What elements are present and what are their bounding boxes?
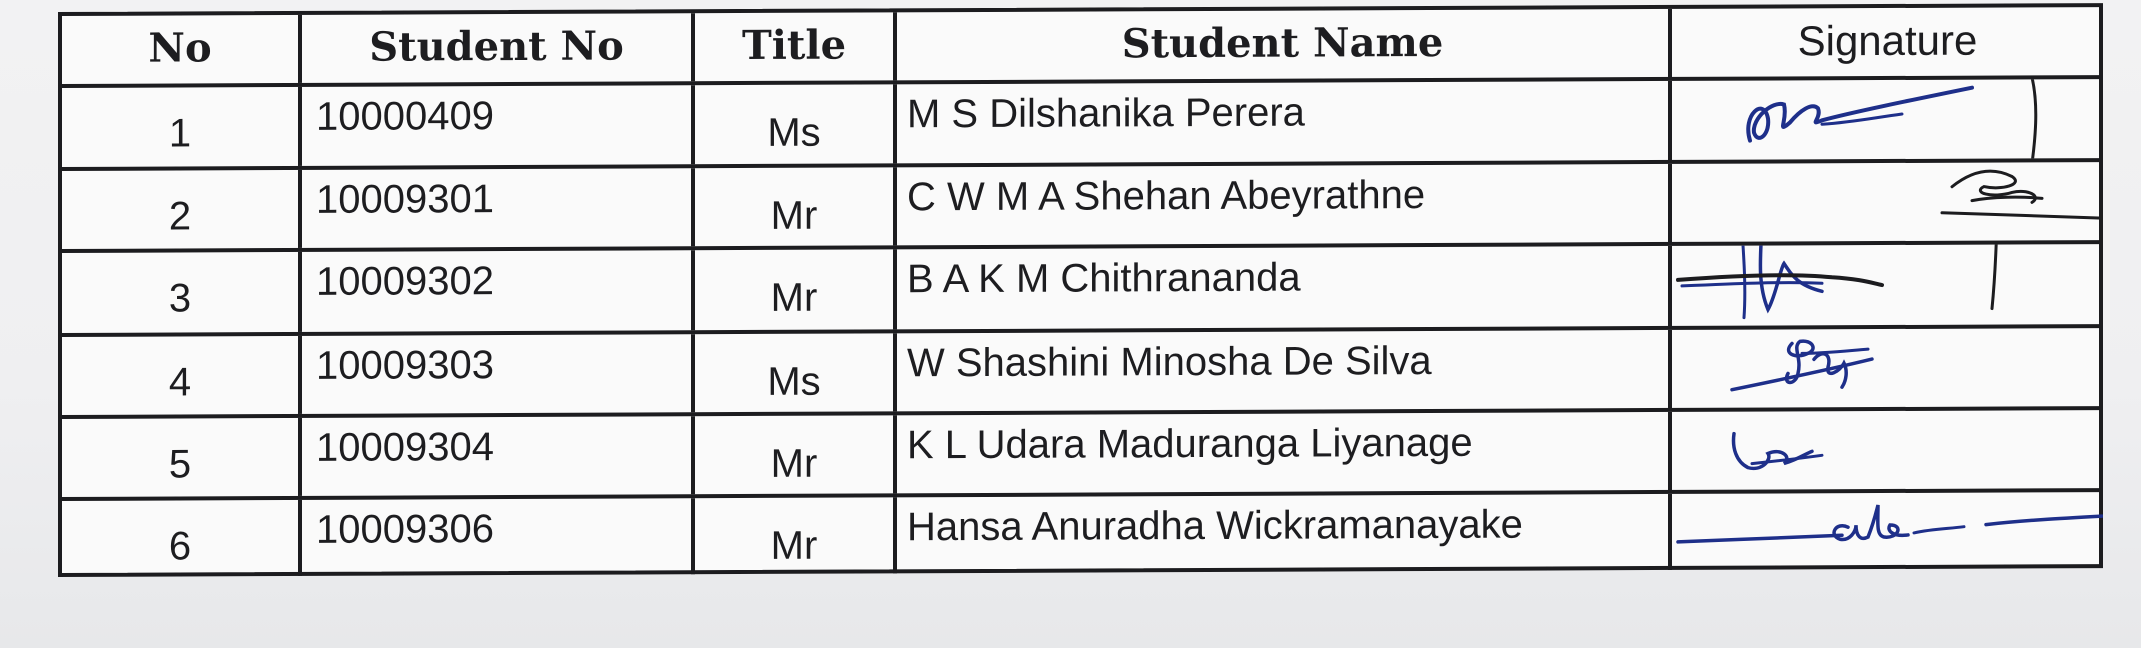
header-title: Title <box>695 12 897 82</box>
student-number: 10000409 <box>302 85 695 166</box>
table-row: 6 10009306 Mr Hansa Anuradha Wickramanay… <box>62 492 2103 577</box>
signature-cell <box>1672 410 2103 490</box>
student-title: Mr <box>695 415 897 495</box>
student-name: K L Udara Maduranga Liyanage <box>897 411 1672 494</box>
row-number: 2 <box>62 169 302 249</box>
signature-cell <box>1672 162 2103 242</box>
signature-cell <box>1672 328 2103 408</box>
signature-cell <box>1672 244 2103 326</box>
student-name: M S Dilshanika Perera <box>897 80 1672 164</box>
student-title: Ms <box>695 333 897 413</box>
row-number: 4 <box>62 335 302 415</box>
student-number: 10009301 <box>302 168 695 248</box>
table-row: 1 10000409 Ms M S Dilshanika Perera <box>62 79 2099 171</box>
student-number: 10009302 <box>302 250 695 332</box>
student-number: 10009306 <box>302 498 695 576</box>
header-signature: Signature <box>1797 16 1978 65</box>
table-row: 4 10009303 Ms W Shashini Minosha De Silv… <box>62 328 2099 419</box>
student-title: Mr <box>695 249 897 331</box>
row-number: 3 <box>62 251 302 333</box>
student-title: Ms <box>695 84 897 165</box>
handwritten-signature-5 <box>1731 431 1824 471</box>
student-number: 10009303 <box>302 334 695 414</box>
student-title: Mr <box>695 497 897 575</box>
handwritten-signature-6 <box>1676 504 2103 544</box>
signature-cell <box>1672 79 2103 160</box>
student-name: W Shashini Minosha De Silva <box>897 329 1672 412</box>
header-no: No <box>62 14 302 84</box>
table-row: 5 10009304 Mr K L Udara Maduranga Liyana… <box>62 410 2099 501</box>
table-header-row: No Student No Title Student Name Signatu… <box>62 7 2099 88</box>
header-student-no: Student No <box>302 13 695 83</box>
signature-cell <box>1672 492 2103 570</box>
header-student-name: Student Name <box>897 8 1672 81</box>
table-row: 3 10009302 Mr B A K M Chithrananda <box>62 244 2099 337</box>
handwritten-signature-4 <box>1730 339 1874 392</box>
student-title: Mr <box>695 167 897 247</box>
student-name: Hansa Anuradha Wickramanayake <box>897 493 1672 574</box>
row-number: 1 <box>62 86 302 167</box>
row-number: 5 <box>62 417 302 497</box>
handwritten-signature-1 <box>1746 79 2038 160</box>
table-row: 2 10009301 Mr C W M A Shehan Abeyrathne <box>62 162 2103 253</box>
handwritten-signature-3 <box>1676 244 1999 320</box>
handwritten-signature-2 <box>1940 169 2103 220</box>
row-number: 6 <box>62 499 302 577</box>
student-name: C W M A Shehan Abeyrathne <box>897 163 1672 246</box>
attendance-table: No Student No Title Student Name Signatu… <box>58 3 2103 577</box>
student-name: B A K M Chithrananda <box>897 245 1672 330</box>
document-sheet: No Student No Title Student Name Signatu… <box>0 0 2141 648</box>
student-number: 10009304 <box>302 416 695 496</box>
